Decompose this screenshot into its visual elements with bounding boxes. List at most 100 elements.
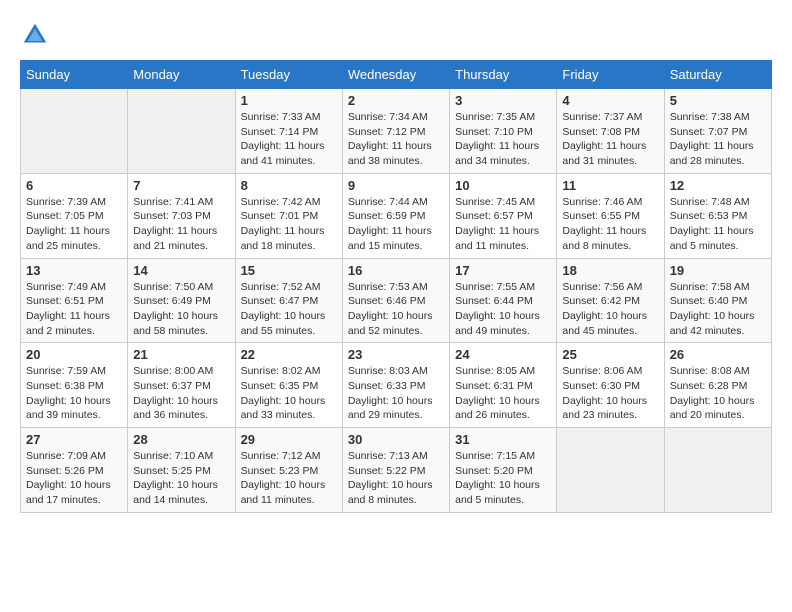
- day-info: Sunrise: 8:02 AMSunset: 6:35 PMDaylight:…: [241, 364, 337, 423]
- week-row-2: 6 Sunrise: 7:39 AMSunset: 7:05 PMDaylight…: [21, 173, 772, 258]
- day-info: Sunrise: 7:12 AMSunset: 5:23 PMDaylight:…: [241, 449, 337, 508]
- day-cell: 21 Sunrise: 8:00 AMSunset: 6:37 PMDayligh…: [128, 343, 235, 428]
- day-cell: 6 Sunrise: 7:39 AMSunset: 7:05 PMDaylight…: [21, 173, 128, 258]
- logo: [20, 20, 54, 50]
- day-number: 25: [562, 347, 658, 362]
- day-cell: 29Sunrise: 7:12 AMSunset: 5:23 PMDayligh…: [235, 428, 342, 513]
- day-cell: 7Sunrise: 7:41 AMSunset: 7:03 PMDaylight…: [128, 173, 235, 258]
- day-cell: 19Sunrise: 7:58 AMSunset: 6:40 PMDayligh…: [664, 258, 771, 343]
- col-header-tuesday: Tuesday: [235, 61, 342, 89]
- day-info: Sunrise: 7:42 AMSunset: 7:01 PMDaylight:…: [241, 195, 337, 254]
- day-cell: 26 Sunrise: 8:08 AMSunset: 6:28 PMDayligh…: [664, 343, 771, 428]
- day-info: Sunrise: 8:08 AMSunset: 6:28 PMDaylight:…: [670, 364, 766, 423]
- day-number: 12: [670, 178, 766, 193]
- day-cell: 1 Sunrise: 7:33 AMSunset: 7:14 PMDaylight…: [235, 89, 342, 174]
- col-header-monday: Monday: [128, 61, 235, 89]
- day-cell: 18 Sunrise: 7:56 AMSunset: 6:42 PMDayligh…: [557, 258, 664, 343]
- day-number: 17: [455, 263, 551, 278]
- day-info: Sunrise: 7:53 AMSunset: 6:46 PMDaylight:…: [348, 280, 444, 339]
- logo-icon: [20, 20, 50, 50]
- col-header-thursday: Thursday: [450, 61, 557, 89]
- day-info: Sunrise: 8:06 AMSunset: 6:30 PMDaylight:…: [562, 364, 658, 423]
- day-cell: 24 Sunrise: 8:05 AMSunset: 6:31 PMDayligh…: [450, 343, 557, 428]
- week-row-5: 27 Sunrise: 7:09 AMSunset: 5:26 PMDayligh…: [21, 428, 772, 513]
- day-cell: 9Sunrise: 7:44 AMSunset: 6:59 PMDaylight…: [342, 173, 449, 258]
- day-number: 27: [26, 432, 122, 447]
- day-info: Sunrise: 7:41 AMSunset: 7:03 PMDaylight:…: [133, 195, 229, 254]
- day-number: 13: [26, 263, 122, 278]
- day-info: Sunrise: 7:56 AMSunset: 6:42 PMDaylight:…: [562, 280, 658, 339]
- day-number: 22: [241, 347, 337, 362]
- day-info: Sunrise: 7:50 AMSunset: 6:49 PMDaylight:…: [133, 280, 229, 339]
- day-number: 11: [562, 178, 658, 193]
- day-cell: [557, 428, 664, 513]
- week-row-3: 13 Sunrise: 7:49 AMSunset: 6:51 PMDayligh…: [21, 258, 772, 343]
- page-header: [20, 20, 772, 50]
- day-number: 1: [241, 93, 337, 108]
- day-cell: 13 Sunrise: 7:49 AMSunset: 6:51 PMDayligh…: [21, 258, 128, 343]
- day-cell: 8 Sunrise: 7:42 AMSunset: 7:01 PMDaylight…: [235, 173, 342, 258]
- day-info: Sunrise: 7:13 AMSunset: 5:22 PMDaylight:…: [348, 449, 444, 508]
- day-info: Sunrise: 8:03 AMSunset: 6:33 PMDaylight:…: [348, 364, 444, 423]
- day-cell: 30Sunrise: 7:13 AMSunset: 5:22 PMDayligh…: [342, 428, 449, 513]
- day-info: Sunrise: 7:46 AMSunset: 6:55 PMDaylight:…: [562, 195, 658, 254]
- day-number: 3: [455, 93, 551, 108]
- day-cell: 3 Sunrise: 7:35 AMSunset: 7:10 PMDaylight…: [450, 89, 557, 174]
- day-cell: [128, 89, 235, 174]
- day-info: Sunrise: 8:05 AMSunset: 6:31 PMDaylight:…: [455, 364, 551, 423]
- day-number: 9: [348, 178, 444, 193]
- calendar-table: SundayMondayTuesdayWednesdayThursdayFrid…: [20, 60, 772, 513]
- day-cell: [664, 428, 771, 513]
- day-number: 14: [133, 263, 229, 278]
- day-info: Sunrise: 7:45 AMSunset: 6:57 PMDaylight:…: [455, 195, 551, 254]
- day-number: 4: [562, 93, 658, 108]
- day-info: Sunrise: 8:00 AMSunset: 6:37 PMDaylight:…: [133, 364, 229, 423]
- day-number: 15: [241, 263, 337, 278]
- day-number: 26: [670, 347, 766, 362]
- day-info: Sunrise: 7:10 AMSunset: 5:25 PMDaylight:…: [133, 449, 229, 508]
- day-cell: [21, 89, 128, 174]
- day-info: Sunrise: 7:59 AMSunset: 6:38 PMDaylight:…: [26, 364, 122, 423]
- day-cell: 12Sunrise: 7:48 AMSunset: 6:53 PMDayligh…: [664, 173, 771, 258]
- day-info: Sunrise: 7:58 AMSunset: 6:40 PMDaylight:…: [670, 280, 766, 339]
- col-header-saturday: Saturday: [664, 61, 771, 89]
- col-header-friday: Friday: [557, 61, 664, 89]
- day-cell: 23 Sunrise: 8:03 AMSunset: 6:33 PMDayligh…: [342, 343, 449, 428]
- day-cell: 28 Sunrise: 7:10 AMSunset: 5:25 PMDayligh…: [128, 428, 235, 513]
- day-cell: 2 Sunrise: 7:34 AMSunset: 7:12 PMDaylight…: [342, 89, 449, 174]
- day-cell: 16 Sunrise: 7:53 AMSunset: 6:46 PMDayligh…: [342, 258, 449, 343]
- day-info: Sunrise: 7:09 AMSunset: 5:26 PMDaylight:…: [26, 449, 122, 508]
- day-cell: 17 Sunrise: 7:55 AMSunset: 6:44 PMDayligh…: [450, 258, 557, 343]
- day-number: 10: [455, 178, 551, 193]
- day-info: Sunrise: 7:37 AMSunset: 7:08 PMDaylight:…: [562, 110, 658, 169]
- week-row-1: 1 Sunrise: 7:33 AMSunset: 7:14 PMDaylight…: [21, 89, 772, 174]
- col-header-sunday: Sunday: [21, 61, 128, 89]
- day-number: 16: [348, 263, 444, 278]
- day-number: 31: [455, 432, 551, 447]
- header-row: SundayMondayTuesdayWednesdayThursdayFrid…: [21, 61, 772, 89]
- day-cell: 11 Sunrise: 7:46 AMSunset: 6:55 PMDayligh…: [557, 173, 664, 258]
- day-number: 23: [348, 347, 444, 362]
- day-info: Sunrise: 7:39 AMSunset: 7:05 PMDaylight:…: [26, 195, 122, 254]
- day-info: Sunrise: 7:34 AMSunset: 7:12 PMDaylight:…: [348, 110, 444, 169]
- day-number: 2: [348, 93, 444, 108]
- day-cell: 15Sunrise: 7:52 AMSunset: 6:47 PMDayligh…: [235, 258, 342, 343]
- day-number: 24: [455, 347, 551, 362]
- day-number: 21: [133, 347, 229, 362]
- day-info: Sunrise: 7:35 AMSunset: 7:10 PMDaylight:…: [455, 110, 551, 169]
- col-header-wednesday: Wednesday: [342, 61, 449, 89]
- day-number: 28: [133, 432, 229, 447]
- day-cell: 4 Sunrise: 7:37 AMSunset: 7:08 PMDaylight…: [557, 89, 664, 174]
- day-number: 18: [562, 263, 658, 278]
- day-cell: 25 Sunrise: 8:06 AMSunset: 6:30 PMDayligh…: [557, 343, 664, 428]
- day-number: 5: [670, 93, 766, 108]
- day-number: 8: [241, 178, 337, 193]
- day-number: 20: [26, 347, 122, 362]
- day-cell: 20 Sunrise: 7:59 AMSunset: 6:38 PMDayligh…: [21, 343, 128, 428]
- day-cell: 14 Sunrise: 7:50 AMSunset: 6:49 PMDayligh…: [128, 258, 235, 343]
- day-info: Sunrise: 7:33 AMSunset: 7:14 PMDaylight:…: [241, 110, 337, 169]
- day-info: Sunrise: 7:49 AMSunset: 6:51 PMDaylight:…: [26, 280, 122, 339]
- day-cell: 10 Sunrise: 7:45 AMSunset: 6:57 PMDayligh…: [450, 173, 557, 258]
- day-info: Sunrise: 7:55 AMSunset: 6:44 PMDaylight:…: [455, 280, 551, 339]
- day-number: 6: [26, 178, 122, 193]
